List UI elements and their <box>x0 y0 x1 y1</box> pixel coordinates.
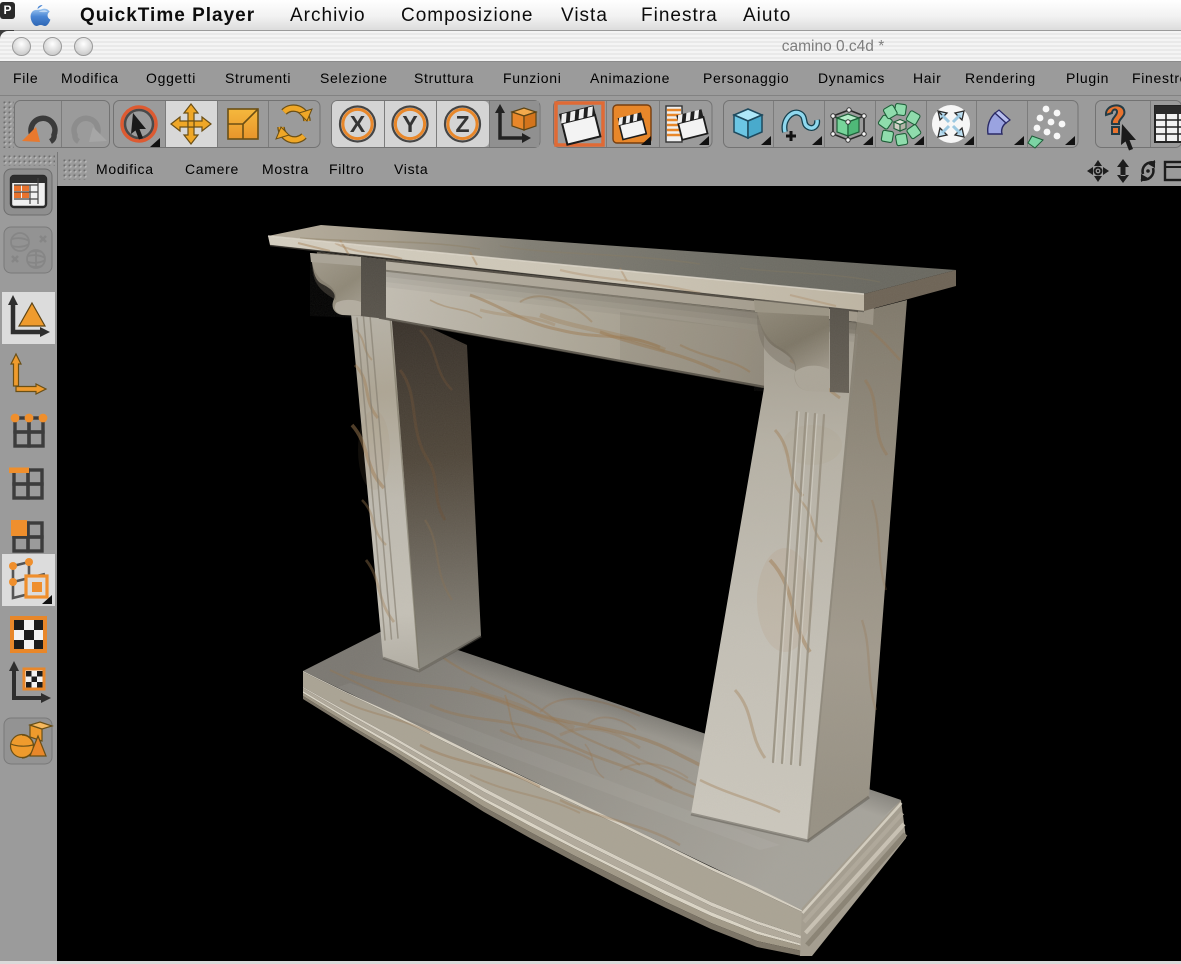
svg-text:X: X <box>350 111 366 137</box>
svg-text:Z: Z <box>455 111 469 137</box>
svg-text:Y: Y <box>402 111 417 137</box>
